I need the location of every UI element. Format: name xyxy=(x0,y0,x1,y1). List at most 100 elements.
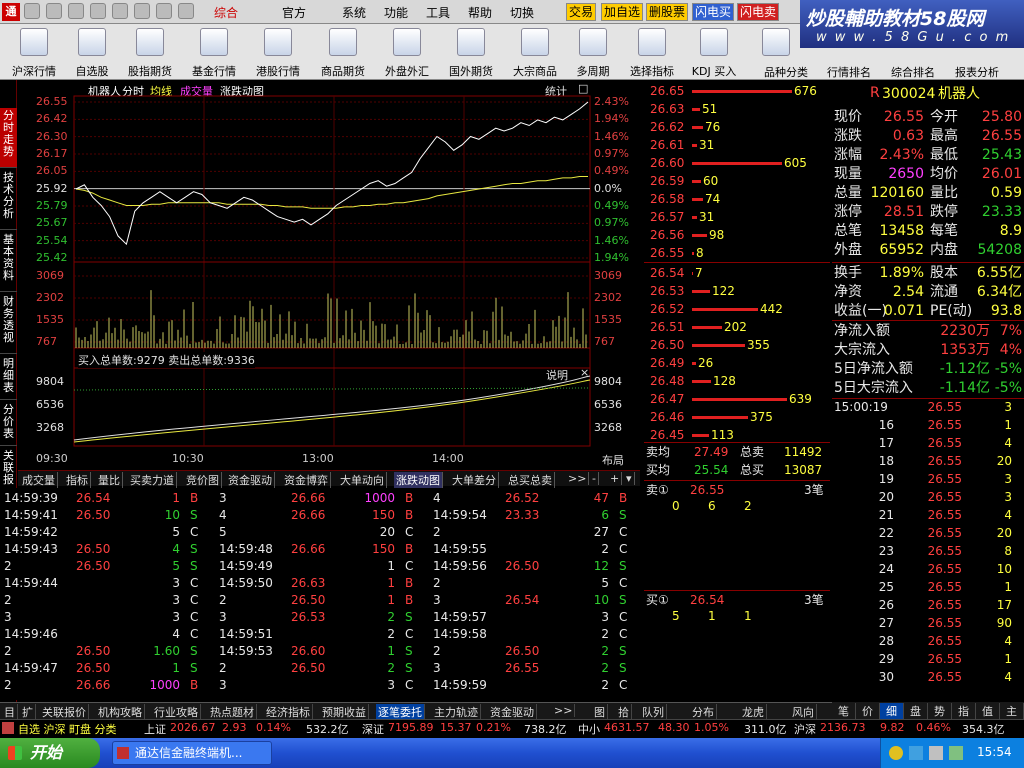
tool-foreign-futures[interactable]: 国外期货 xyxy=(440,26,502,78)
book-row[interactable]: 26.61 31 xyxy=(644,136,830,154)
ticker-menu[interactable]: 自选 沪深 町盘 分类 xyxy=(18,721,117,737)
network-icon[interactable] xyxy=(949,746,963,760)
book-row[interactable]: 26.59 60 xyxy=(644,172,830,190)
nav-tab[interactable]: 机构攻略 xyxy=(96,704,145,720)
tab-minus-icon[interactable]: - xyxy=(590,472,599,485)
book-row[interactable]: 26.50 355 xyxy=(644,336,830,354)
nav-tab[interactable]: 经济指标 xyxy=(264,704,313,720)
tab-plus-icon[interactable]: + xyxy=(608,472,623,485)
nav-tab[interactable]: 主力轨迹 xyxy=(432,704,481,720)
tab-volume-ratio[interactable]: 量比 xyxy=(96,472,123,488)
book-row[interactable]: 26.54 7 xyxy=(644,264,830,282)
nav-tab[interactable]: 热点题材 xyxy=(208,704,257,720)
nav-tab[interactable]: 扩 xyxy=(20,704,36,720)
refresh-icon[interactable] xyxy=(68,3,84,19)
nav-tab[interactable]: 目 xyxy=(2,704,18,720)
add-watchlist-button[interactable]: 加自选 xyxy=(601,3,644,21)
tab-big-diff[interactable]: 大单差分 xyxy=(450,472,499,488)
tray-icon-2[interactable] xyxy=(909,746,923,760)
info-tab[interactable]: 指 xyxy=(952,703,976,719)
remove-stock-button[interactable]: 删股票 xyxy=(646,3,689,21)
menu-item-guanfang[interactable]: 官方 xyxy=(282,4,306,21)
tool-kdj-buy[interactable]: KDJ 买入 xyxy=(686,26,742,78)
nav-tab[interactable]: 逐笔委托 xyxy=(376,704,425,720)
book-row[interactable]: 26.56 98 xyxy=(644,226,830,244)
info-tab[interactable]: 值 xyxy=(976,703,1000,719)
nav-tab[interactable]: 行业攻略 xyxy=(152,704,201,720)
book-row[interactable]: 26.55 8 xyxy=(644,244,830,262)
info-tab[interactable]: 势 xyxy=(928,703,952,719)
info-tab[interactable]: 盘 xyxy=(904,703,928,719)
book-row[interactable]: 26.63 51 xyxy=(644,100,830,118)
intraday-chart[interactable]: 机器人 分时 均线 成交量 涨跌动图 统计 □ 26.55 2.43% 26.42 1… xyxy=(18,82,640,467)
tool-index-futures[interactable]: 股指期货 xyxy=(120,26,180,78)
layout-button[interactable]: 布局 xyxy=(602,452,624,468)
vtab-related[interactable]: 关联报 xyxy=(0,448,17,492)
list-icon[interactable] xyxy=(156,3,172,19)
tab-down-icon[interactable]: ▾ xyxy=(624,472,635,485)
nav-tab[interactable]: 图 xyxy=(592,704,608,720)
tab-buy-sell-force[interactable]: 买卖力道 xyxy=(128,472,177,488)
nav-tab[interactable]: 龙虎 xyxy=(740,704,767,720)
tool-commodity-futures[interactable]: 商品期货 xyxy=(312,26,374,78)
sub-chart-close-icon[interactable]: × xyxy=(580,366,589,379)
tab-more-icon[interactable]: >> xyxy=(566,472,590,485)
nav-tab[interactable]: 关联报价 xyxy=(40,704,89,720)
vtab-price-table[interactable]: 分价表 xyxy=(0,402,17,446)
tool-report-analysis[interactable]: 报表分析 xyxy=(946,26,1008,79)
nav-tab[interactable]: 风向 xyxy=(790,704,817,720)
menu-item-zonghe[interactable]: 综合 xyxy=(214,4,238,21)
nav-tab[interactable]: >> xyxy=(552,704,576,717)
book-row[interactable]: 26.52 442 xyxy=(644,300,830,318)
tool-hk-quotes[interactable]: 港股行情 xyxy=(248,26,308,78)
vtab-tech-analysis[interactable]: 技术分析 xyxy=(0,170,17,230)
book-row[interactable]: 26.49 26 xyxy=(644,354,830,372)
tab-capital-drive[interactable]: 资金驱动 xyxy=(226,472,275,488)
tool-hs-quotes[interactable]: 沪深行情 xyxy=(4,26,64,78)
tool-quote-rank[interactable]: 行情排名 xyxy=(818,26,880,79)
menu-item-help[interactable]: 帮助 xyxy=(468,4,492,21)
menu-item-function[interactable]: 功能 xyxy=(384,4,408,21)
vtab-basic-info[interactable]: 基本资料 xyxy=(0,232,17,292)
tab-auction[interactable]: 竞价图 xyxy=(184,472,222,488)
chart-icon[interactable] xyxy=(134,3,150,19)
vtab-time-share[interactable]: 分时走势 xyxy=(0,108,17,168)
tool-overall-rank[interactable]: 综合排名 xyxy=(882,26,944,79)
flash-buy-button[interactable]: 闪电买 xyxy=(692,3,735,21)
book-row[interactable]: 26.57 31 xyxy=(644,208,830,226)
nav-tab[interactable]: 资金驱动 xyxy=(488,704,537,720)
tab-volume[interactable]: 成交量 xyxy=(20,472,58,488)
book-row[interactable]: 26.48 128 xyxy=(644,372,830,390)
tool-bulk-commodities[interactable]: 大宗商品 xyxy=(504,26,566,78)
buy1-queue[interactable]: 买① 26.54 3笔 5 1 1 xyxy=(644,590,830,700)
menu-item-tools[interactable]: 工具 xyxy=(426,4,450,21)
tab-indicator[interactable]: 指标 xyxy=(64,472,91,488)
nav-tab[interactable]: 拾 xyxy=(616,704,632,720)
taskbar-item-tdx[interactable]: 通达信金融终端机... xyxy=(112,741,272,765)
vtab-finance[interactable]: 财务透视 xyxy=(0,294,17,354)
book-row[interactable]: 26.60 605 xyxy=(644,154,830,172)
start-button[interactable]: 开始 xyxy=(0,738,100,768)
book-row[interactable]: 26.46 375 xyxy=(644,408,830,426)
book-row[interactable]: 26.53 122 xyxy=(644,282,830,300)
flash-sell-button[interactable]: 闪电卖 xyxy=(737,3,780,21)
book-row[interactable]: 26.51 202 xyxy=(644,318,830,336)
forward-icon[interactable] xyxy=(46,3,62,19)
order-book[interactable]: 26.65 676 26.63 51 26.62 76 26.61 31 26.60 605 26.… xyxy=(644,82,830,442)
tool-watchlist[interactable]: 自选股 xyxy=(66,26,118,78)
speaker-icon[interactable] xyxy=(929,746,943,760)
menu-item-switch[interactable]: 切换 xyxy=(510,4,534,21)
trade-detail-panel[interactable]: 14:59:39 26.54 1 B 14:59:41 26.50 10 S 14:59:42 5… xyxy=(0,488,640,700)
info-tab[interactable]: 笔 xyxy=(832,703,856,719)
vtab-detail[interactable]: 明细表 xyxy=(0,356,17,400)
home-icon[interactable] xyxy=(90,3,106,19)
info-tab[interactable]: 主 xyxy=(1000,703,1024,719)
nav-tab[interactable]: 队列 xyxy=(640,704,667,720)
book-row[interactable]: 26.47 639 xyxy=(644,390,830,408)
info-tab[interactable]: 细 xyxy=(880,703,904,719)
tab-total-buy-sell[interactable]: 总买总卖 xyxy=(506,472,555,488)
search-icon[interactable] xyxy=(112,3,128,19)
back-icon[interactable] xyxy=(24,3,40,19)
nav-tab[interactable]: 分布 xyxy=(690,704,717,720)
book-row[interactable]: 26.62 76 xyxy=(644,118,830,136)
